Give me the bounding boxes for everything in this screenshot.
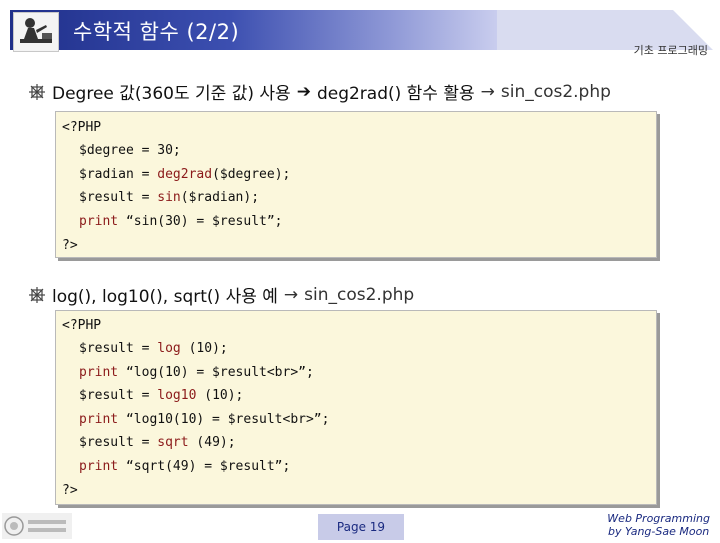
bullet-log: log(), log10(), sqrt() 사용 예 → sin_cos2.p… bbox=[28, 282, 414, 307]
page-title: 수학적 함수 (2/2) bbox=[73, 20, 240, 44]
bullet-degree: Degree 값(360도 기준 값) 사용 ➔ deg2rad() 함수 활용… bbox=[28, 79, 611, 104]
course-label: 기초 프로그래밍 bbox=[633, 44, 708, 57]
code-close-tag: ?> bbox=[62, 483, 78, 498]
code-line: $result = sqrt (49); bbox=[79, 435, 236, 450]
bullet-text: Degree 값(360도 기준 값) 사용 bbox=[52, 84, 291, 104]
bullet-grid-icon bbox=[29, 83, 45, 100]
code-line: print “log10(10) = $result<br>”; bbox=[79, 412, 330, 427]
code-line: $result = log (10); bbox=[79, 341, 228, 356]
code-open-tag: <?PHP bbox=[62, 318, 102, 333]
credit-line-2: by Yang-Sae Moon bbox=[608, 525, 710, 538]
university-emblem-icon bbox=[4, 516, 66, 536]
bullet-file-name: sin_cos2.php bbox=[304, 284, 415, 305]
code-block-2: <?PHP $result = log (10); print “log(10)… bbox=[55, 310, 657, 505]
right-arrow-icon: → bbox=[283, 284, 299, 305]
code-line: $radian = deg2rad($degree); bbox=[79, 167, 291, 182]
bullet-file-name: sin_cos2.php bbox=[500, 81, 611, 102]
code-open-tag: <?PHP bbox=[62, 120, 102, 135]
code-line: $result = sin($radian); bbox=[79, 190, 260, 205]
footer-credit: Web Programming by Yang-Sae Moon bbox=[607, 512, 710, 538]
code-line: print “log(10) = $result<br>”; bbox=[79, 365, 314, 380]
code-line: $result = log10 (10); bbox=[79, 388, 244, 403]
code-line: print “sin(30) = $result”; bbox=[79, 214, 283, 229]
code-line: $degree = 30; bbox=[79, 143, 181, 158]
code-line: print “sqrt(49) = $result”; bbox=[79, 459, 291, 474]
bullet-grid-icon bbox=[29, 286, 45, 303]
right-arrow-icon: → bbox=[480, 81, 495, 102]
bullet-middle-text: deg2rad() 함수 활용 bbox=[316, 84, 475, 104]
person-at-desk-icon bbox=[20, 18, 52, 43]
bullet-text: log(), log10(), sqrt() 사용 예 bbox=[52, 287, 278, 307]
bold-right-arrow-icon: ➔ bbox=[296, 81, 311, 102]
code-block-1: <?PHP $degree = 30; $radian = deg2rad($d… bbox=[55, 111, 657, 258]
header-logo bbox=[13, 12, 59, 52]
university-logo bbox=[2, 513, 72, 539]
page-number: Page 19 bbox=[318, 514, 404, 540]
code-close-tag: ?> bbox=[62, 238, 78, 253]
credit-line-1: Web Programming bbox=[607, 512, 710, 525]
